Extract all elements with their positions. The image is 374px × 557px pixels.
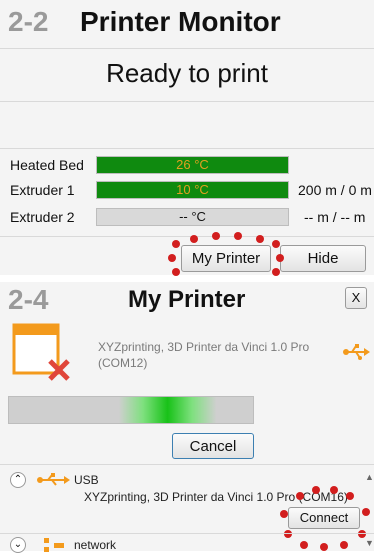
extruder-2-bar: -- °C (96, 208, 289, 226)
collapse-usb-icon[interactable]: ⌃ (10, 472, 26, 488)
status-text: Ready to print (106, 58, 268, 88)
heated-bed-label: Heated Bed (10, 157, 84, 173)
usb-icon (36, 473, 70, 487)
my-printer-panel: 2-4 My Printer X XYZprinting, 3D Printer… (0, 282, 374, 553)
extruder-2-label: Extruder 2 (10, 209, 75, 225)
printer-monitor-panel: 2-2 Printer Monitor Ready to print Heate… (0, 0, 374, 278)
extruder-1-temp: 10 °C (176, 182, 209, 197)
highlight-marker (278, 484, 372, 551)
device-port: (COM12) (98, 356, 148, 370)
extruder-2-material: -- m / -- m (304, 209, 366, 225)
extruder-1-material: 200 m / 0 m (298, 182, 372, 198)
connection-progress-bar (8, 396, 254, 424)
scroll-up-icon[interactable]: ▲ (365, 472, 374, 482)
extruder-1-label: Extruder 1 (10, 182, 75, 198)
usb-section-label: USB (74, 473, 99, 487)
divider (0, 533, 374, 534)
scroll-down-icon[interactable]: ▼ (365, 538, 374, 548)
step-number: 2-4 (8, 284, 49, 315)
heated-bed-temp: 26 °C (176, 157, 209, 172)
extruder-1-bar: 10 °C (96, 181, 289, 199)
usb-icon (342, 344, 370, 360)
divider (0, 101, 374, 102)
network-icon (44, 538, 68, 552)
extruder-2-temp: -- °C (179, 209, 206, 224)
panel-title: My Printer (128, 286, 246, 313)
heated-bed-bar: 26 °C (96, 156, 289, 174)
network-section-label: network (74, 538, 117, 552)
hide-button[interactable]: Hide (280, 245, 366, 272)
divider (0, 148, 374, 149)
divider (0, 464, 374, 465)
panel-title: Printer Monitor (80, 6, 281, 37)
device-name: XYZprinting, 3D Printer da Vinci 1.0 Pro (98, 340, 310, 354)
highlight-marker (168, 232, 284, 278)
divider (0, 48, 374, 49)
cancel-button[interactable]: Cancel (172, 433, 254, 459)
step-number: 2-2 (8, 6, 49, 37)
close-button[interactable]: X (345, 287, 367, 309)
printer-disconnected-icon (12, 323, 72, 383)
